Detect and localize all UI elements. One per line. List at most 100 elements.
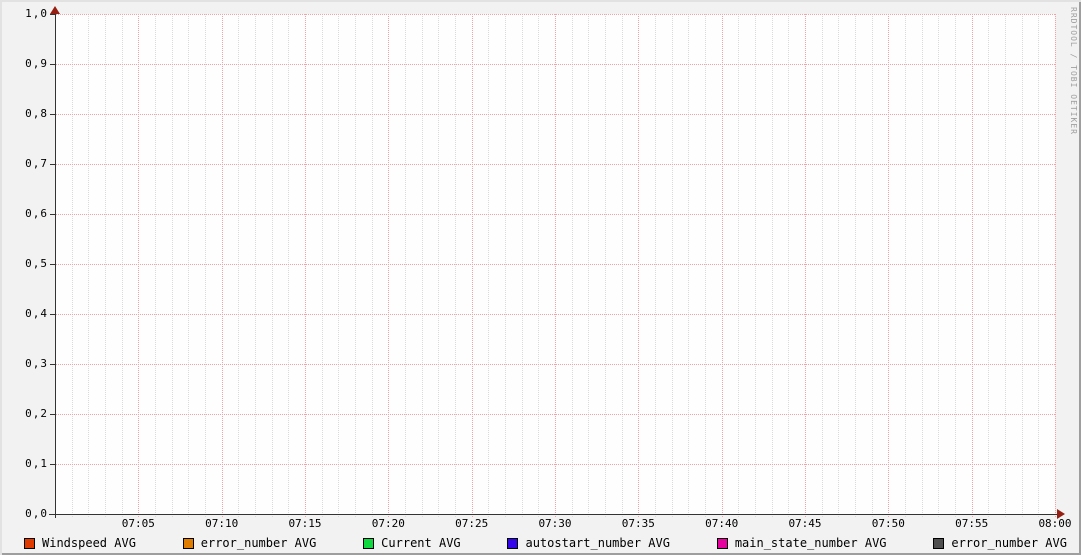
minor-vgridline xyxy=(771,14,773,517)
minor-vgridline xyxy=(671,14,673,517)
minor-vgridline xyxy=(255,14,256,517)
major-hgridline xyxy=(55,314,1055,315)
minor-vgridline xyxy=(405,14,406,517)
major-vgridline xyxy=(805,14,806,517)
major-hgridline xyxy=(55,114,1055,115)
major-hgridline xyxy=(55,364,1055,365)
major-vgridline xyxy=(888,14,890,517)
y-tick-label: 0,7 xyxy=(25,157,48,170)
minor-vgridline xyxy=(788,14,790,517)
minor-vgridline xyxy=(905,14,906,517)
minor-vgridline xyxy=(238,14,240,517)
x-tick-label: 08:00 xyxy=(1038,517,1072,530)
legend-item: Current AVG xyxy=(363,536,461,550)
major-hgridline xyxy=(55,64,1055,65)
minor-vgridline xyxy=(88,14,90,517)
legend-swatch-icon xyxy=(182,537,194,549)
major-hgridline xyxy=(55,14,1055,15)
legend-swatch-icon xyxy=(24,537,35,549)
legend-label: Current AVG xyxy=(381,536,461,550)
minor-vgridline xyxy=(705,14,706,517)
minor-vgridline xyxy=(438,14,440,517)
major-vgridline xyxy=(1055,14,1056,517)
x-tick-label: 07:40 xyxy=(705,517,739,530)
minor-vgridline xyxy=(371,14,373,517)
x-tick-label: 07:30 xyxy=(538,517,572,530)
x-tick-label: 07:05 xyxy=(121,517,155,530)
y-tick-label: 0,1 xyxy=(25,457,48,470)
minor-vgridline xyxy=(171,14,173,517)
major-vgridline xyxy=(638,14,640,517)
minor-vgridline xyxy=(1005,14,1006,517)
x-tick-label: 07:15 xyxy=(288,517,322,530)
major-vgridline xyxy=(388,14,390,517)
minor-vgridline xyxy=(571,14,573,517)
y-tick-label: 0,0 xyxy=(25,507,48,520)
minor-vgridline xyxy=(505,14,506,517)
legend-swatch-icon xyxy=(507,537,519,549)
legend-item: Windspeed AVG xyxy=(24,536,136,550)
major-vgridline xyxy=(305,14,306,517)
minor-vgridline xyxy=(955,14,956,517)
minor-vgridline xyxy=(755,14,756,517)
y-axis-line xyxy=(55,8,56,518)
minor-vgridline xyxy=(271,14,273,517)
legend-swatch-icon xyxy=(933,537,945,549)
major-hgridline xyxy=(55,464,1055,465)
x-tick-label: 07:20 xyxy=(371,517,405,530)
y-tick-label: 0,6 xyxy=(25,207,48,220)
major-hgridline xyxy=(55,164,1055,165)
minor-vgridline xyxy=(105,14,106,517)
x-tick-label: 07:35 xyxy=(621,517,655,530)
y-tick-label: 1,0 xyxy=(25,7,48,20)
minor-vgridline xyxy=(121,14,123,517)
legend-item: error_number AVG xyxy=(933,536,1067,550)
major-hgridline xyxy=(55,214,1055,215)
y-tick-label: 0,9 xyxy=(25,57,48,70)
minor-vgridline xyxy=(538,14,540,517)
minor-vgridline xyxy=(488,14,490,517)
minor-vgridline xyxy=(921,14,923,517)
minor-vgridline xyxy=(688,14,690,517)
legend: Windspeed AVG error_number AVG Current AVG… xyxy=(0,535,1081,551)
legend-label: Windspeed AVG xyxy=(42,536,136,550)
legend-swatch-icon xyxy=(363,537,375,549)
x-tick-label: 07:10 xyxy=(205,517,239,530)
minor-vgridline xyxy=(338,14,340,517)
x-tick-label: 07:50 xyxy=(871,517,905,530)
legend-label: error_number AVG xyxy=(200,536,317,550)
minor-vgridline xyxy=(1021,14,1023,517)
minor-vgridline xyxy=(855,14,856,517)
minor-vgridline xyxy=(155,14,156,517)
major-hgridline xyxy=(55,414,1055,415)
minor-vgridline xyxy=(621,14,623,517)
y-tick-label: 0,5 xyxy=(25,257,48,270)
minor-vgridline xyxy=(188,14,190,517)
minor-vgridline xyxy=(738,14,740,517)
x-tick-label: 07:25 xyxy=(455,517,489,530)
minor-vgridline xyxy=(455,14,456,517)
minor-vgridline xyxy=(605,14,606,517)
rrdtool-graph: 1,0 0,9 0,8 0,7 0,6 0,5 0,4 0,3 0,2 0,1 0,0 07:05 0… xyxy=(0,0,1081,555)
minor-vgridline xyxy=(588,14,590,517)
minor-vgridline xyxy=(838,14,840,517)
x-tick-label: 07:45 xyxy=(788,517,822,530)
minor-vgridline xyxy=(1038,14,1040,517)
legend-item: autostart_number AVG xyxy=(507,536,670,550)
minor-vgridline xyxy=(288,14,290,517)
minor-vgridline xyxy=(71,14,73,517)
major-vgridline xyxy=(138,14,140,517)
y-tick-label: 0,2 xyxy=(25,407,48,420)
minor-vgridline xyxy=(938,14,940,517)
minor-vgridline xyxy=(871,14,873,517)
y-tick-label: 0,8 xyxy=(25,107,48,120)
major-vgridline xyxy=(721,14,723,517)
minor-vgridline xyxy=(421,14,423,517)
legend-label: error_number AVG xyxy=(951,536,1067,550)
minor-vgridline xyxy=(205,14,206,517)
y-axis-arrow-icon xyxy=(50,6,60,14)
x-tick-label: 07:55 xyxy=(955,517,989,530)
watermark: RRDTOOL / TOBI OETIKER xyxy=(1069,7,1078,135)
legend-label: autostart_number AVG xyxy=(525,536,670,550)
major-hgridline xyxy=(55,264,1055,265)
